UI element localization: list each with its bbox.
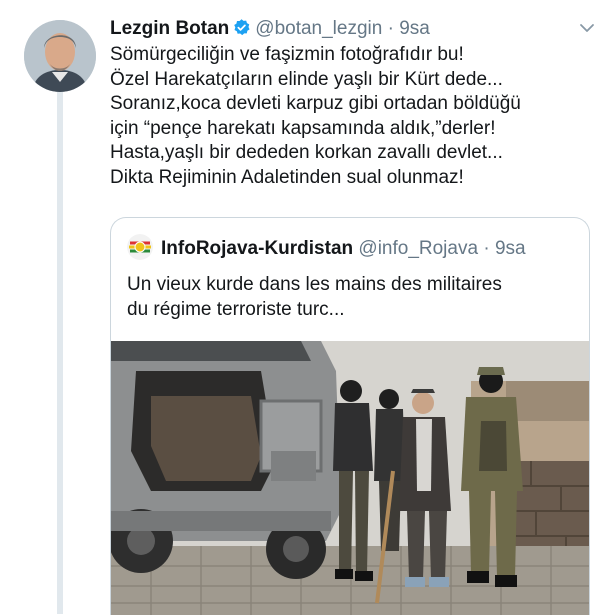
quoted-author-name[interactable]: InfoRojava-Kurdistan bbox=[161, 238, 353, 259]
author-name[interactable]: Lezgin Botan bbox=[110, 18, 229, 39]
author-avatar[interactable] bbox=[24, 20, 96, 92]
quoted-text-line: Un vieux kurde dans les mains des milita… bbox=[127, 274, 502, 295]
quoted-meta-separator: · bbox=[483, 238, 490, 259]
verified-badge-icon bbox=[234, 19, 250, 36]
quoted-text-line: du régime terroriste turc... bbox=[127, 299, 345, 320]
quoted-tweet-text: Un vieux kurde dans les mains des milita… bbox=[127, 272, 577, 322]
quoted-author-avatar[interactable] bbox=[127, 234, 153, 260]
tweet-photo[interactable] bbox=[111, 341, 589, 615]
tweet-text-line: için “pençe harekatı kapsamında aldık,”d… bbox=[110, 117, 496, 139]
tweet-text-line: Hasta,yaşlı bir dededen korkan zavallı d… bbox=[110, 142, 503, 163]
quoted-tweet-timestamp[interactable]: 9sa bbox=[495, 238, 526, 259]
tweet-text-line: Sömürgeciliğin ve faşizmin fotoğrafıdır … bbox=[110, 44, 464, 65]
tweet-text: Sömürgeciliğin ve faşizmin fotoğrafıdır … bbox=[110, 43, 600, 190]
meta-separator: · bbox=[387, 18, 394, 39]
tweet-header: Lezgin Botan @botan_lezgin · 9sa bbox=[110, 17, 430, 41]
quoted-tweet-card[interactable]: InfoRojava-Kurdistan @info_Rojava · 9sa … bbox=[110, 217, 590, 615]
author-handle[interactable]: @botan_lezgin bbox=[255, 18, 382, 39]
chevron-down-icon[interactable] bbox=[577, 18, 597, 38]
tweet-text-line: Dikta Rejiminin Adaletinden sual olunmaz… bbox=[110, 166, 464, 188]
tweet-text-line: Soranız,koca devleti karpuz gibi ortadan… bbox=[110, 93, 521, 114]
tweet-timestamp[interactable]: 9sa bbox=[399, 18, 430, 39]
photo-image bbox=[111, 341, 589, 615]
thread-connector-line bbox=[57, 92, 63, 614]
tweet-text-line: Özel Harekatçıların elinde yaşlı bir Kür… bbox=[110, 68, 503, 90]
quoted-tweet-header: InfoRojava-Kurdistan @info_Rojava · 9sa bbox=[127, 234, 526, 261]
avatar-image bbox=[24, 20, 96, 92]
quoted-author-handle[interactable]: @info_Rojava bbox=[358, 238, 478, 259]
